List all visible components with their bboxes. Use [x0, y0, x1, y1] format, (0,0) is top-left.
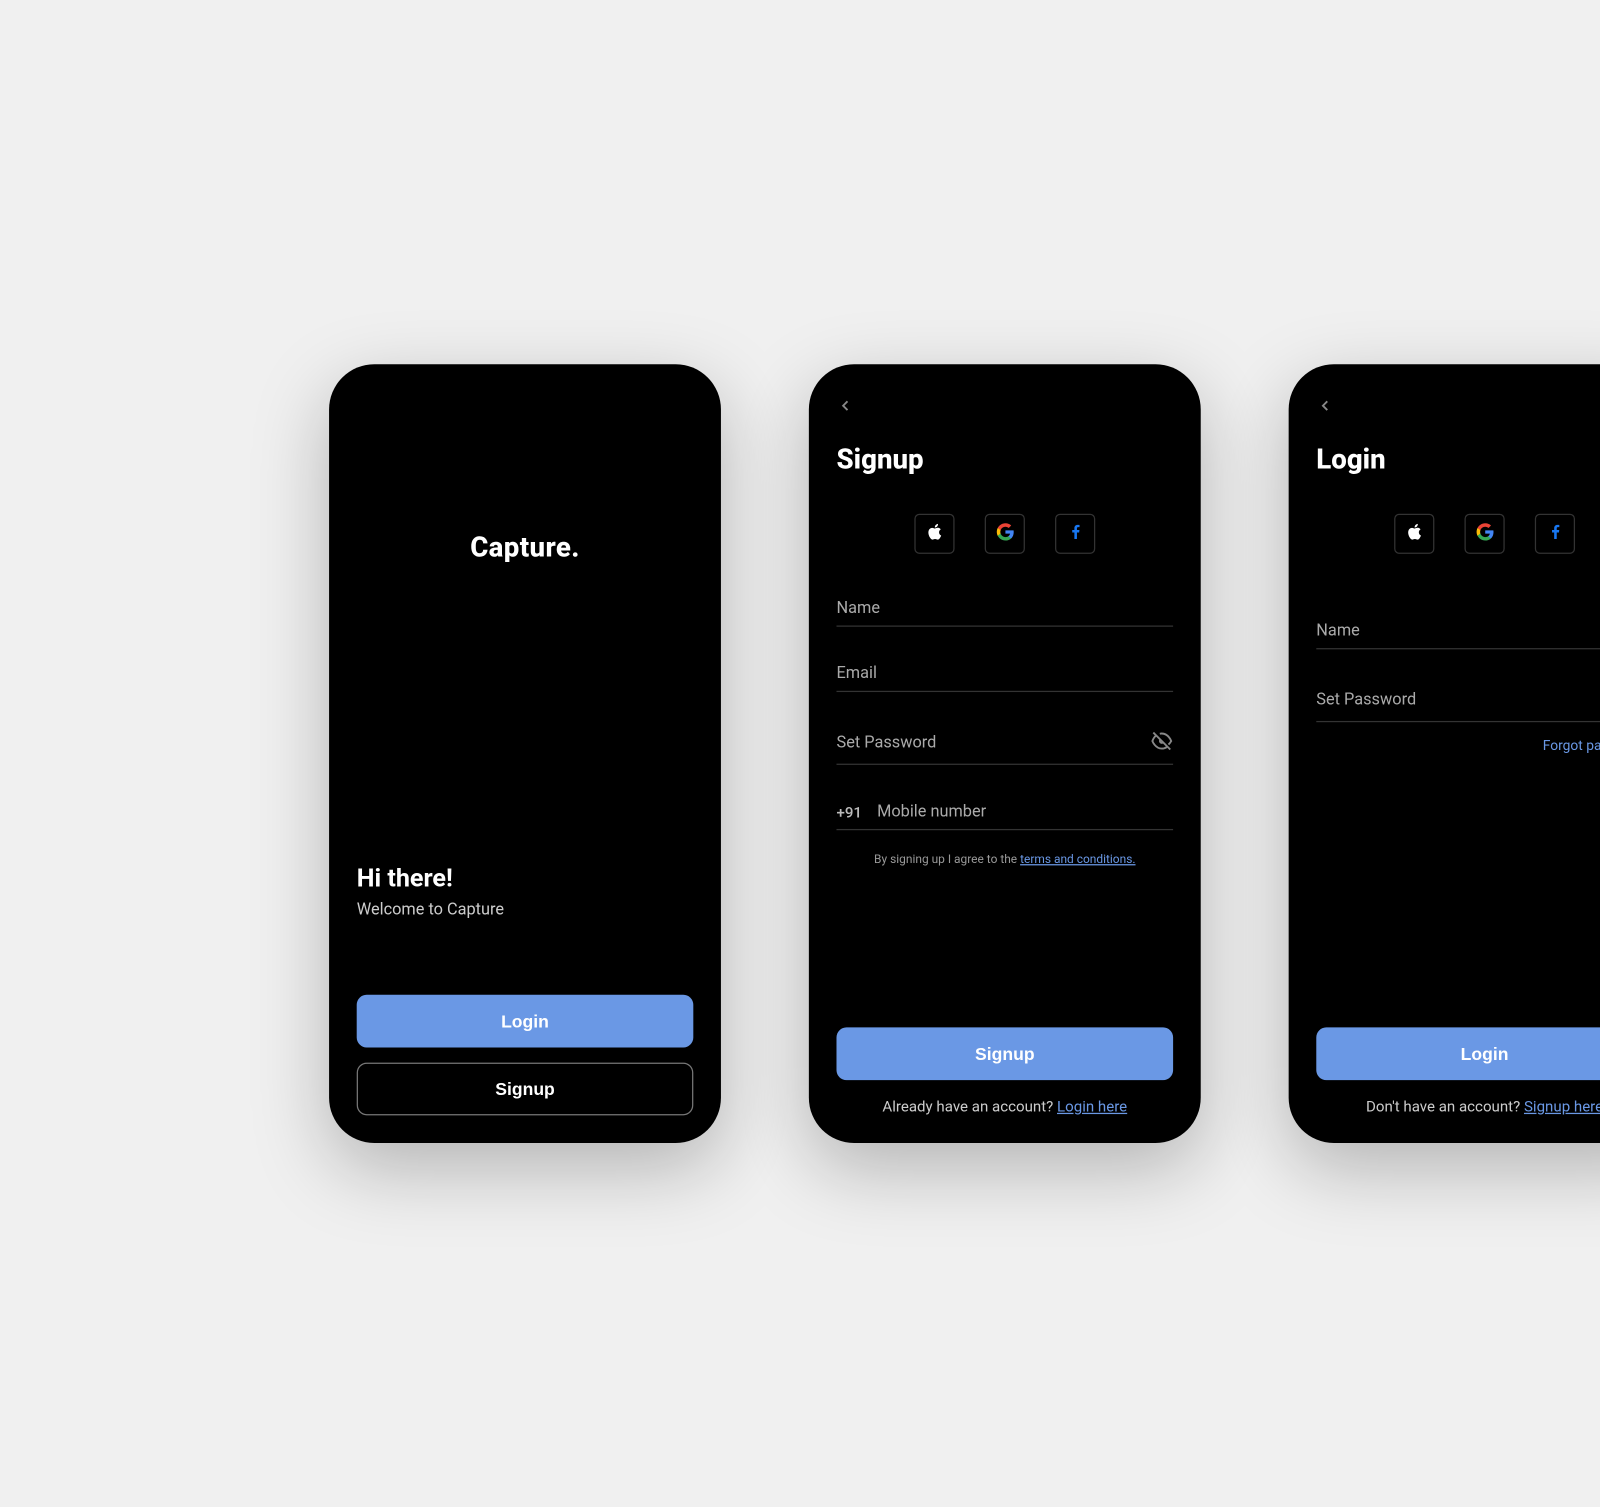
terms-prefix: By signing up I agree to the — [874, 853, 1020, 867]
greeting-subtitle: Welcome to Capture — [357, 901, 694, 920]
signup-button[interactable]: Signup — [357, 1063, 694, 1116]
login-screen: Login Name Set Password Forgot password?… — [1289, 364, 1600, 1143]
login-here-link[interactable]: Login here — [1057, 1098, 1127, 1116]
eye-off-icon[interactable] — [1150, 730, 1173, 756]
password-field[interactable]: Set Password — [1316, 677, 1600, 722]
back-icon[interactable] — [836, 397, 861, 420]
switch-to-login: Already have an account? Login here — [836, 1098, 1173, 1116]
social-login-row — [1316, 514, 1600, 554]
page-title: Signup — [836, 445, 1173, 476]
brand-logo: Capture. — [357, 533, 694, 564]
terms-link[interactable]: terms and conditions. — [1020, 853, 1135, 867]
google-icon — [995, 522, 1014, 546]
login-button[interactable]: Login — [357, 995, 694, 1048]
apple-icon — [1405, 522, 1424, 546]
name-field[interactable]: Name — [836, 589, 1173, 627]
apple-login-button[interactable] — [914, 514, 954, 554]
signup-here-link[interactable]: Signup here — [1524, 1098, 1600, 1116]
mobile-label: Mobile number — [877, 803, 986, 822]
page-title: Login — [1316, 445, 1600, 476]
forgot-password-link[interactable]: Forgot password? — [1316, 737, 1600, 753]
email-field[interactable]: Email — [836, 654, 1173, 692]
email-label: Email — [836, 664, 876, 683]
apple-login-button[interactable] — [1394, 514, 1434, 554]
mobile-field[interactable]: +91 Mobile number — [836, 793, 1173, 831]
google-login-button[interactable] — [985, 514, 1025, 554]
facebook-login-button[interactable] — [1535, 514, 1575, 554]
greeting-block: Hi there! Welcome to Capture — [357, 863, 694, 920]
signup-screen: Signup Name Email Set Password +91 — [809, 364, 1201, 1143]
facebook-login-button[interactable] — [1055, 514, 1095, 554]
apple-icon — [925, 522, 944, 546]
password-field[interactable]: Set Password — [836, 720, 1173, 765]
welcome-screen: Capture. Hi there! Welcome to Capture Lo… — [329, 364, 721, 1143]
signup-submit-button[interactable]: Signup — [836, 1027, 1173, 1080]
google-icon — [1475, 522, 1494, 546]
greeting-title: Hi there! — [357, 863, 694, 893]
name-field[interactable]: Name — [1316, 612, 1600, 650]
back-icon[interactable] — [1316, 397, 1341, 420]
switch-to-signup: Don't have an account? Signup here — [1316, 1098, 1600, 1116]
password-label: Set Password — [1316, 691, 1416, 710]
switch-prefix: Already have an account? — [882, 1098, 1057, 1116]
terms-text: By signing up I agree to the terms and c… — [836, 853, 1173, 867]
country-code: +91 — [836, 803, 862, 821]
social-login-row — [836, 514, 1173, 554]
name-label: Name — [1316, 622, 1360, 641]
google-login-button[interactable] — [1464, 514, 1504, 554]
name-label: Name — [836, 599, 880, 618]
facebook-icon — [1546, 522, 1565, 546]
password-label: Set Password — [836, 734, 936, 753]
facebook-icon — [1066, 522, 1085, 546]
login-submit-button[interactable]: Login — [1316, 1027, 1600, 1080]
switch-prefix: Don't have an account? — [1366, 1098, 1524, 1116]
